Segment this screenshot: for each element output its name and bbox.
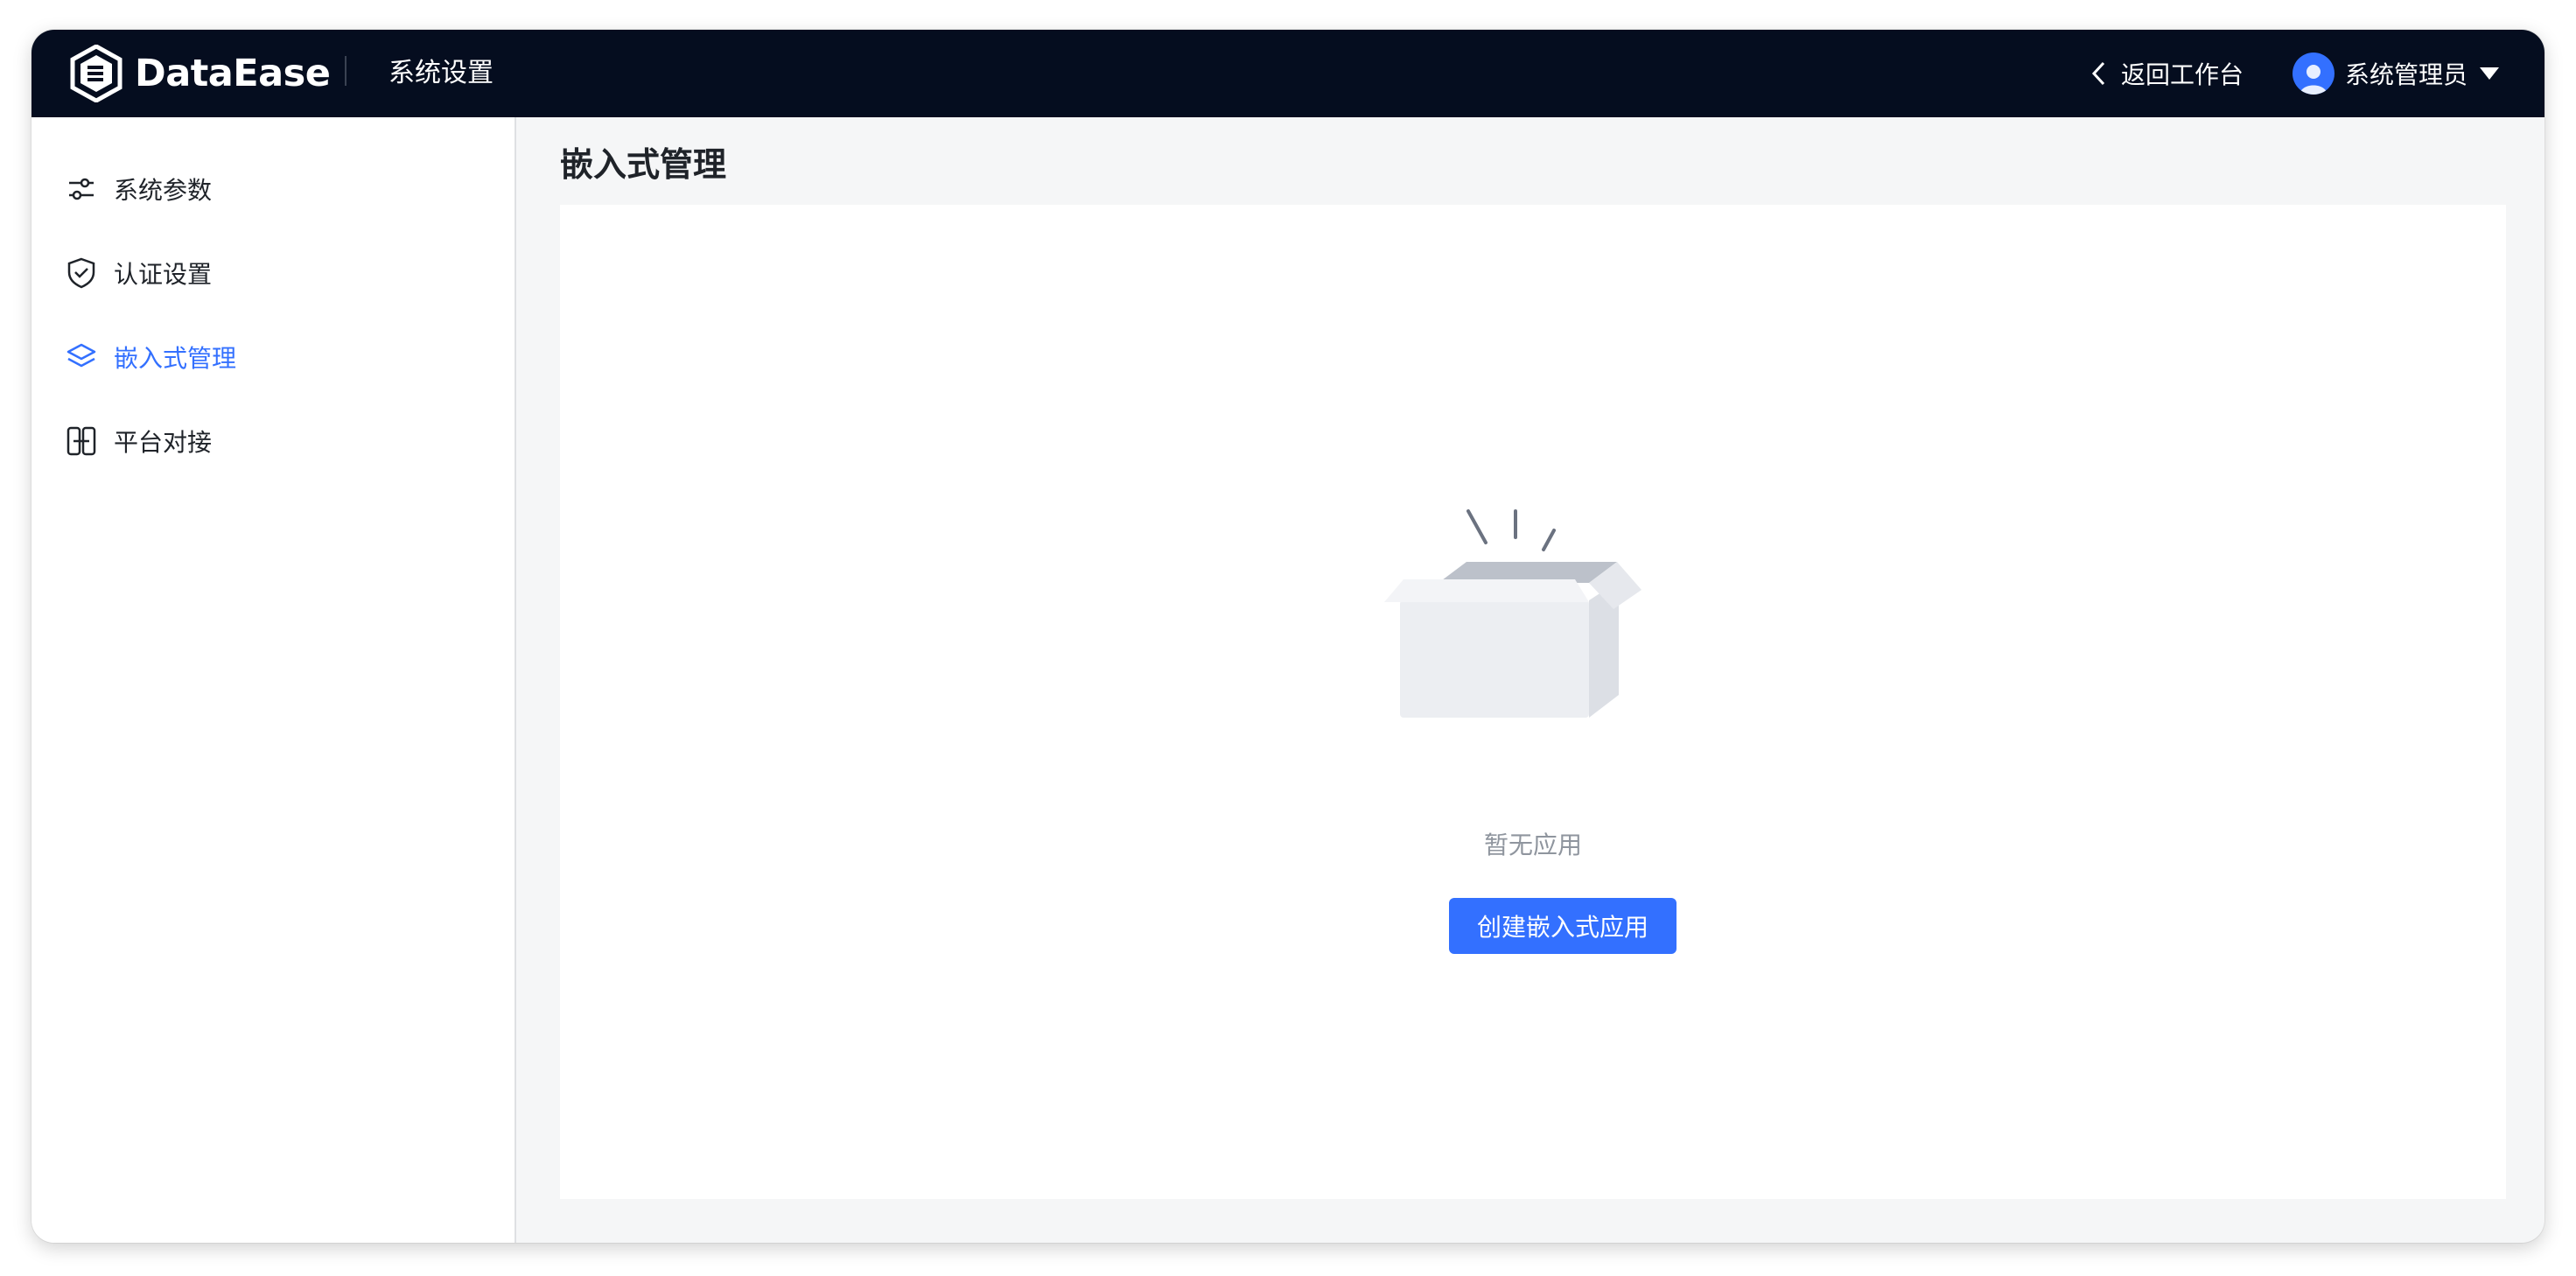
sidebar: 系统参数 认证设置 嵌入式管理 平台对接: [32, 117, 516, 1243]
sidebar-item-label: 平台对接: [114, 428, 213, 457]
sliders-icon: [65, 172, 98, 206]
chevron-left-icon: [2091, 61, 2105, 86]
sidebar-item-embedded-management[interactable]: 嵌入式管理: [65, 333, 236, 382]
app-window: DataEase 系统设置 返回工作台 系统管理员 系统参数 认证设置 嵌入式管…: [32, 30, 2544, 1243]
sidebar-item-system-params[interactable]: 系统参数: [65, 165, 212, 214]
empty-box-icon: [1384, 509, 1642, 718]
sidebar-item-label: 认证设置: [114, 260, 213, 289]
top-bar: DataEase 系统设置 返回工作台 系统管理员: [32, 30, 2544, 117]
create-embedded-app-button[interactable]: 创建嵌入式应用: [1449, 898, 1676, 954]
page-title: 嵌入式管理: [560, 145, 727, 184]
sidebar-item-auth-settings[interactable]: 认证设置: [65, 249, 212, 298]
brand-name: DataEase: [135, 52, 331, 95]
user-menu[interactable]: 系统管理员: [2292, 44, 2500, 103]
user-name: 系统管理员: [2345, 60, 2468, 89]
empty-state-text: 暂无应用: [1483, 831, 1582, 859]
shield-check-icon: [65, 256, 98, 290]
content-panel: 暂无应用 创建嵌入式应用: [560, 205, 2506, 1199]
avatar: [2292, 53, 2334, 95]
layers-icon: [65, 340, 98, 374]
sidebar-item-label: 嵌入式管理: [114, 344, 237, 373]
user-icon: [2300, 65, 2328, 95]
caret-down-icon: [2480, 67, 2500, 80]
header-divider: [345, 56, 346, 86]
dataease-logo-icon: [70, 45, 122, 102]
app-title: 系统设置: [388, 58, 494, 88]
back-label: 返回工作台: [2121, 60, 2244, 89]
back-to-workbench-link[interactable]: 返回工作台: [2090, 51, 2244, 96]
sidebar-item-platform-integration[interactable]: 平台对接: [65, 417, 212, 466]
link-icon: [65, 424, 98, 458]
logo[interactable]: DataEase: [70, 42, 331, 105]
sidebar-item-label: 系统参数: [114, 176, 213, 205]
